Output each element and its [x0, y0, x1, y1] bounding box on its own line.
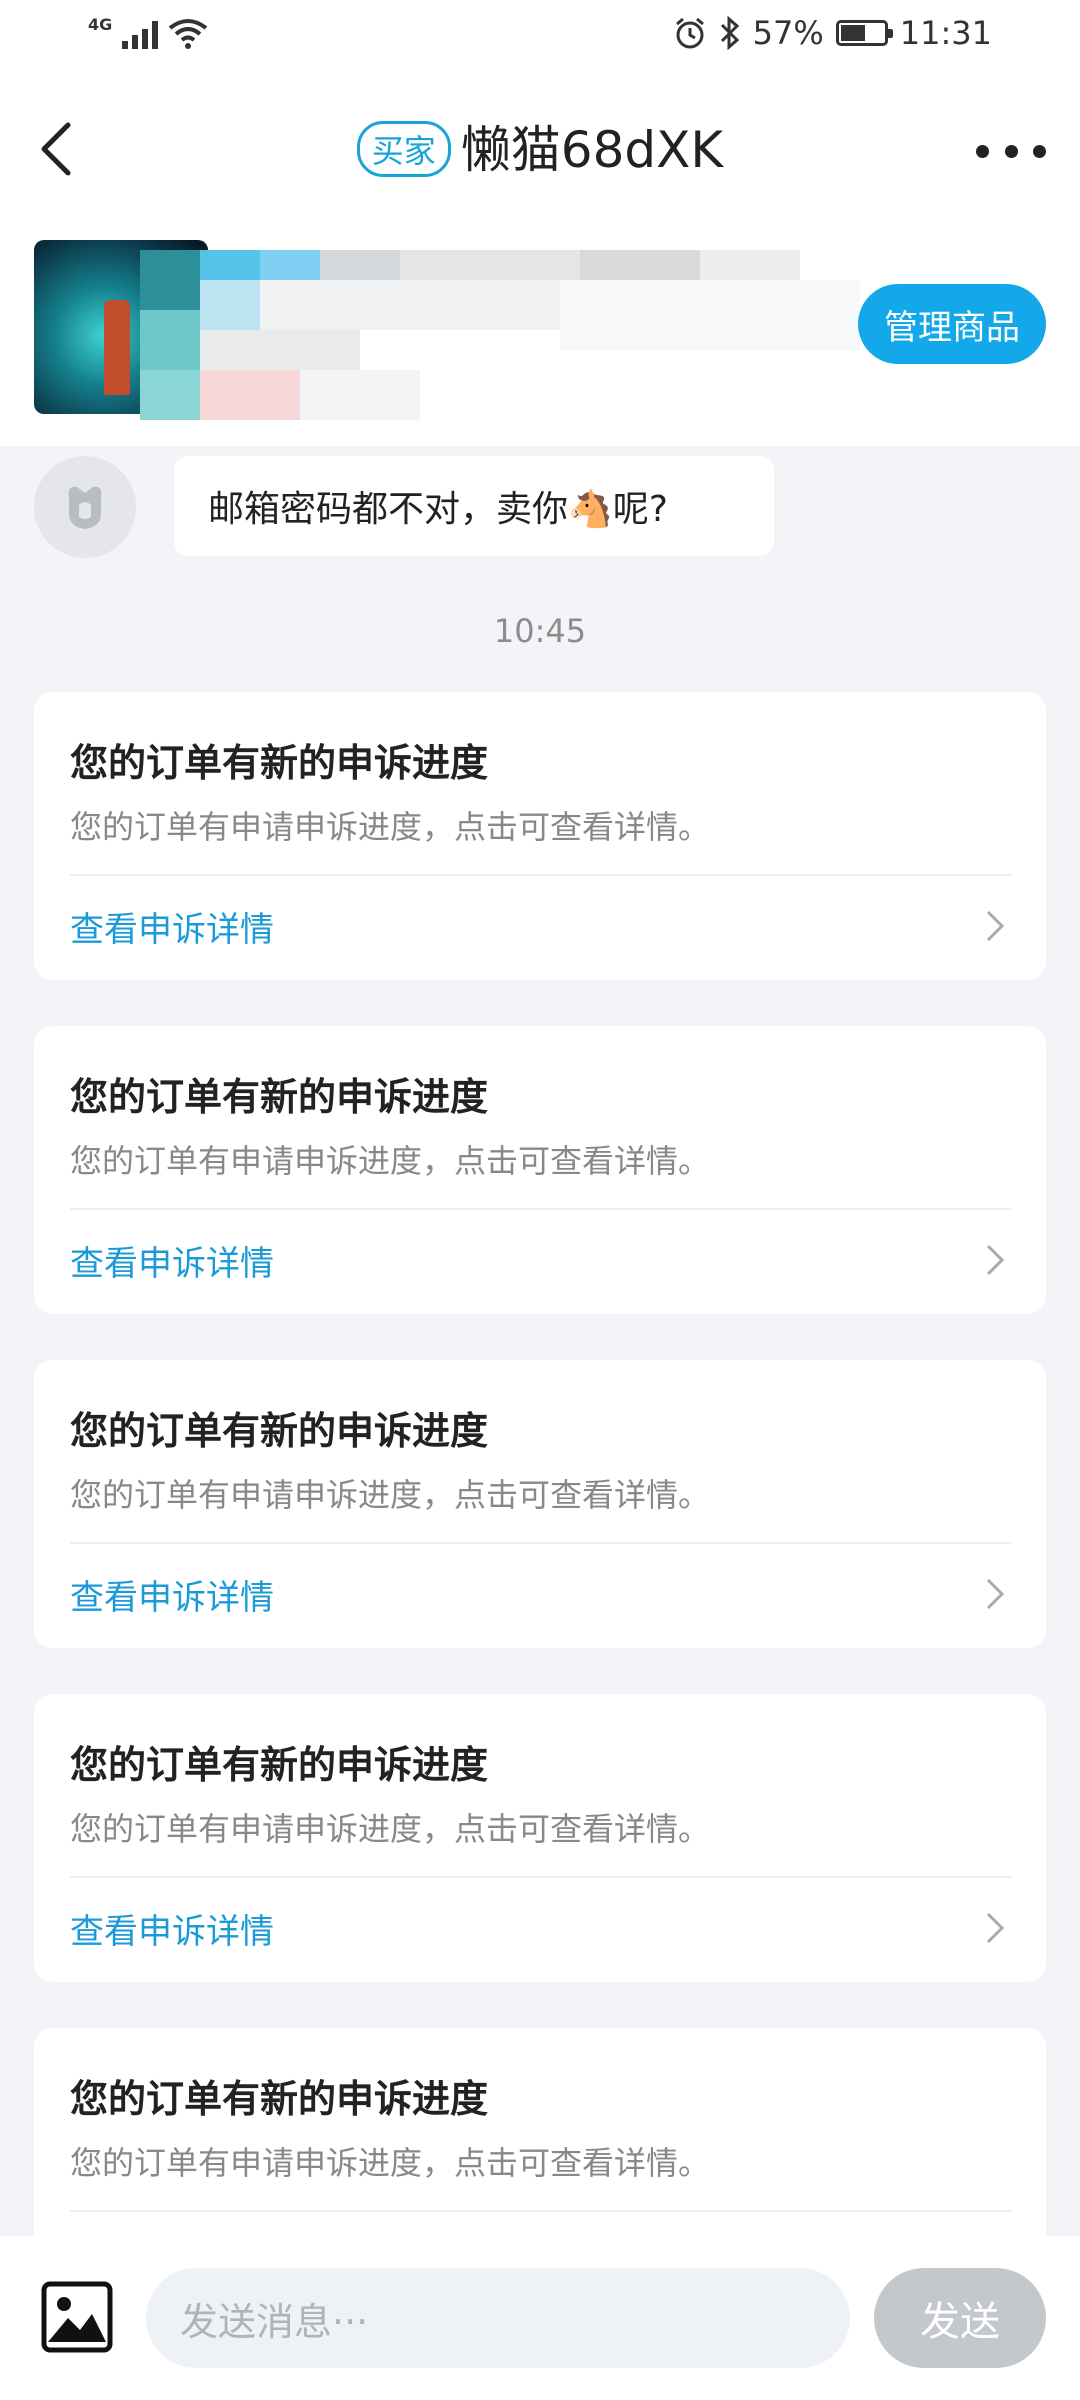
card-description: 您的订单有申请申诉进度，点击可查看详情。 — [70, 2144, 711, 2182]
default-avatar-icon — [68, 486, 102, 529]
card-title: 您的订单有新的申诉进度 — [70, 1743, 489, 1787]
card-description: 您的订单有申请申诉进度，点击可查看详情。 — [70, 808, 711, 846]
more-dot-icon — [1033, 144, 1046, 158]
contact-name: 懒猫68dXK — [460, 121, 724, 179]
message-input[interactable]: 发送消息··· — [146, 2268, 850, 2368]
card-divider — [70, 1876, 1012, 1878]
card-description: 您的订单有申请申诉进度，点击可查看详情。 — [70, 1142, 711, 1180]
image-picker-icon[interactable] — [40, 2280, 114, 2354]
chevron-right-icon — [986, 1912, 1005, 1944]
avatar[interactable] — [34, 456, 136, 558]
status-left: 4G — [88, 14, 208, 50]
more-dot-icon — [1004, 144, 1018, 158]
appeal-card[interactable]: 您的订单有新的申诉进度 您的订单有申请申诉进度，点击可查看详情。 查看申诉详情 — [34, 1694, 1046, 1982]
clock: 11:31 — [899, 14, 992, 52]
appeal-card[interactable]: 您的订单有新的申诉进度 您的订单有申请申诉进度，点击可查看详情。 查看申诉详情 — [34, 1360, 1046, 1648]
wifi-icon — [169, 19, 208, 49]
battery-icon — [835, 20, 893, 46]
view-appeal-link[interactable]: 查看申诉详情 — [70, 1570, 274, 1619]
card-description: 您的订单有申请申诉进度，点击可查看详情。 — [70, 1476, 711, 1514]
card-divider — [70, 2210, 1012, 2212]
page-title: 买家 懒猫68dXK — [0, 110, 1080, 182]
chevron-right-icon — [986, 1244, 1005, 1276]
bluetooth-icon — [720, 16, 739, 50]
card-divider — [70, 1208, 1012, 1210]
message-bubble[interactable]: 邮箱密码都不对，卖你🐴呢? — [174, 456, 774, 556]
manage-goods-button[interactable]: 管理商品 — [858, 284, 1046, 364]
alarm-icon — [675, 17, 704, 49]
card-divider — [70, 874, 1012, 876]
chevron-right-icon — [986, 910, 1005, 942]
chat-header: 买家 懒猫68dXK — [0, 80, 1080, 220]
card-description: 您的订单有申请申诉进度，点击可查看详情。 — [70, 1810, 711, 1848]
card-divider — [70, 1542, 1012, 1544]
input-bar: 发送消息··· 发送 — [0, 2236, 1080, 2400]
view-appeal-link[interactable]: 查看申诉详情 — [70, 902, 274, 951]
signal-icon — [122, 19, 159, 49]
more-dot-icon — [976, 144, 989, 158]
buyer-badge: 买家 — [356, 120, 451, 177]
appeal-card[interactable]: 您的订单有新的申诉进度 您的订单有申请申诉进度，点击可查看详情。 查看申诉详情 — [34, 692, 1046, 980]
message-timestamp: 10:45 — [493, 612, 587, 650]
card-title: 您的订单有新的申诉进度 — [70, 1409, 489, 1453]
status-bar: 4G 57% 11:31 — [0, 0, 1080, 80]
chat-area[interactable]: 邮箱密码都不对，卖你🐴呢? 10:45 您的订单有新的申诉进度 您的订单有申请申… — [0, 446, 1080, 2236]
product-bar: 管理商品 — [0, 220, 1080, 446]
appeal-card[interactable]: 您的订单有新的申诉进度 您的订单有申请申诉进度，点击可查看详情。 — [34, 2028, 1046, 2236]
appeal-card[interactable]: 您的订单有新的申诉进度 您的订单有申请申诉进度，点击可查看详情。 查看申诉详情 — [34, 1026, 1046, 1314]
card-title: 您的订单有新的申诉进度 — [70, 2077, 489, 2121]
product-info-pixelated — [140, 250, 860, 420]
chevron-right-icon — [986, 1578, 1005, 1610]
network-type: 4G — [88, 14, 113, 34]
status-right: 57% 11:31 — [673, 14, 992, 52]
send-button[interactable]: 发送 — [874, 2268, 1046, 2368]
more-button[interactable] — [976, 126, 1046, 176]
view-appeal-link[interactable]: 查看申诉详情 — [70, 1904, 274, 1953]
card-title: 您的订单有新的申诉进度 — [70, 1075, 489, 1119]
battery-percent: 57% — [752, 14, 824, 52]
card-title: 您的订单有新的申诉进度 — [70, 741, 489, 785]
view-appeal-link[interactable]: 查看申诉详情 — [70, 1236, 274, 1285]
